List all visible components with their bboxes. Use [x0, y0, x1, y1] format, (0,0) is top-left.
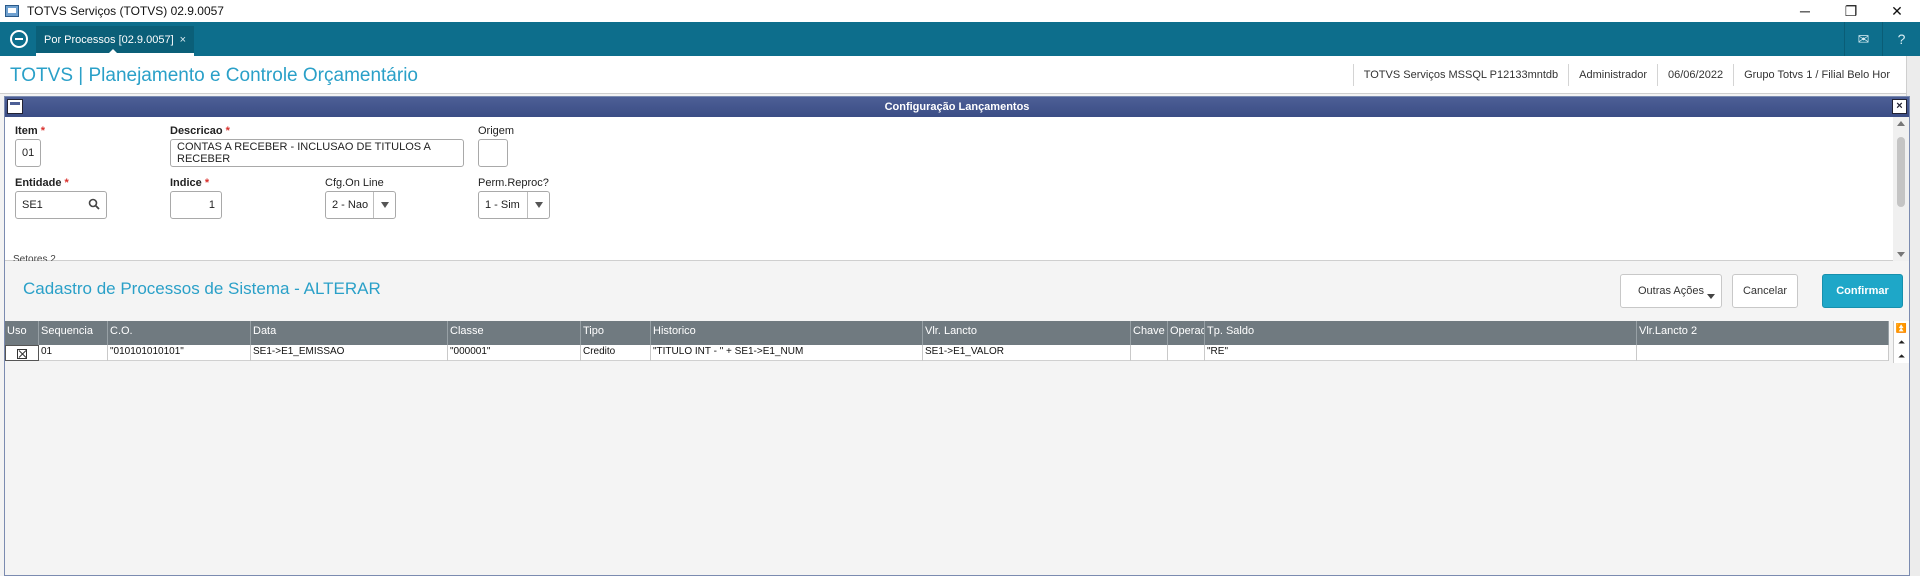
- window-title-bar: TOTVS Serviços (TOTVS) 02.9.0057 ─ ❐ ✕: [0, 0, 1920, 22]
- first-record-icon[interactable]: ⏫: [1894, 321, 1909, 335]
- configuracao-lancamentos-dialog: Configuração Lançamentos × Item * 01 Des…: [4, 96, 1910, 576]
- perm-reproc-label: Perm.Reproc?: [478, 177, 549, 189]
- mail-icon[interactable]: ✉: [1844, 22, 1882, 56]
- entidade-field[interactable]: SE1: [15, 191, 107, 219]
- vlr-lancto-2-cell[interactable]: [1637, 345, 1889, 361]
- app-tab-bar: Por Processos [02.9.0057] × ✉ ?: [0, 22, 1920, 56]
- maximize-button[interactable]: ❐: [1828, 0, 1874, 22]
- tab-close-icon[interactable]: ×: [180, 34, 186, 46]
- confirmar-button[interactable]: Confirmar: [1822, 274, 1903, 308]
- col-vlr-lancto-2[interactable]: Vlr.Lancto 2: [1637, 321, 1889, 345]
- processos-section-header: Cadastro de Processos de Sistema - ALTER…: [5, 261, 1909, 321]
- sequencia-cell[interactable]: 01: [39, 345, 108, 361]
- historico-cell[interactable]: "TITULO INT - " + SE1->E1_NUM: [651, 345, 923, 361]
- col-vlr-lancto[interactable]: Vlr. Lancto: [923, 321, 1131, 345]
- close-window-button[interactable]: ✕: [1874, 0, 1920, 22]
- outras-acoes-label: Outras Ações: [1637, 285, 1705, 297]
- outras-acoes-button[interactable]: Outras Ações: [1620, 274, 1722, 308]
- tabbar-actions: ✉ ?: [1844, 22, 1920, 56]
- previous-record-icon[interactable]: ⏶: [1894, 349, 1909, 363]
- page-title: TOTVS | Planejamento e Controle Orçament…: [10, 65, 418, 86]
- minimize-button[interactable]: ─: [1782, 0, 1828, 22]
- operac-cell[interactable]: [1168, 345, 1205, 361]
- origem-field[interactable]: [478, 139, 508, 167]
- origem-label: Origem: [478, 125, 515, 137]
- item-field[interactable]: 01: [15, 139, 41, 167]
- col-sequencia[interactable]: Sequencia: [39, 321, 108, 345]
- col-operac[interactable]: Operac: [1168, 321, 1205, 345]
- indice-label: Indice *: [170, 177, 210, 189]
- chevron-down-icon[interactable]: [373, 192, 395, 218]
- perm-reproc-value: 1 - Sim: [485, 199, 520, 211]
- col-co[interactable]: C.O.: [108, 321, 251, 345]
- cfg-online-value: 2 - Nao: [332, 199, 369, 211]
- chevron-down-icon[interactable]: [527, 192, 549, 218]
- environment-info: TOTVS Serviços MSSQL P12133mntdb: [1352, 64, 1568, 86]
- perm-reproc-select[interactable]: 1 - Sim: [478, 191, 550, 219]
- classe-cell[interactable]: "000001": [448, 345, 581, 361]
- cfg-online-label: Cfg.On Line: [325, 177, 384, 189]
- uso-cell[interactable]: [5, 345, 39, 361]
- form-scrollbar[interactable]: [1893, 117, 1909, 261]
- entidade-value: SE1: [22, 199, 43, 211]
- grid-header-row: Uso Sequencia C.O. Data Classe Tipo Hist…: [5, 321, 1889, 345]
- entidade-label: Entidade *: [15, 177, 69, 189]
- co-cell[interactable]: "010101010101": [108, 345, 251, 361]
- col-historico[interactable]: Historico: [651, 321, 923, 345]
- tab-label: Por Processos [02.9.0057]: [44, 33, 174, 46]
- dialog-close-button[interactable]: ×: [1892, 99, 1907, 114]
- session-info: TOTVS Serviços MSSQL P12133mntdb Adminis…: [1352, 64, 1900, 86]
- help-icon[interactable]: ?: [1882, 22, 1920, 56]
- previous-page-icon[interactable]: ⏶: [1894, 335, 1909, 349]
- chevron-down-icon: [1707, 294, 1715, 299]
- app-header: TOTVS | Planejamento e Controle Orçament…: [0, 56, 1920, 94]
- app-window-icon: [5, 5, 19, 17]
- col-data[interactable]: Data: [251, 321, 448, 345]
- col-chave[interactable]: Chave: [1131, 321, 1168, 345]
- data-cell[interactable]: SE1->E1_EMISSAO: [251, 345, 448, 361]
- scroll-thumb[interactable]: [1897, 137, 1905, 207]
- tipo-cell[interactable]: Credito: [581, 345, 651, 361]
- scroll-down-icon[interactable]: [1897, 252, 1905, 257]
- tp-saldo-cell[interactable]: "RE": [1205, 345, 1637, 361]
- indice-field[interactable]: 1: [170, 191, 222, 219]
- descricao-field[interactable]: CONTAS A RECEBER - INCLUSAO DE TITULOS A…: [170, 139, 464, 167]
- menu-home-icon[interactable]: [10, 30, 28, 48]
- col-classe[interactable]: Classe: [448, 321, 581, 345]
- col-tipo[interactable]: Tipo: [581, 321, 651, 345]
- chave-cell[interactable]: [1131, 345, 1168, 361]
- processos-grid: Uso Sequencia C.O. Data Classe Tipo Hist…: [5, 321, 1909, 575]
- window-controls: ─ ❐ ✕: [1782, 0, 1920, 22]
- col-tp-saldo[interactable]: Tp. Saldo: [1205, 321, 1637, 345]
- checkbox-icon[interactable]: [17, 348, 27, 359]
- cfg-online-select[interactable]: 2 - Nao: [325, 191, 396, 219]
- date-info: 06/06/2022: [1657, 64, 1733, 86]
- dialog-icon: [7, 99, 23, 114]
- dialog-title-bar: Configuração Lançamentos ×: [5, 97, 1909, 117]
- table-row[interactable]: 01 "010101010101" SE1->E1_EMISSAO "00000…: [5, 345, 1889, 361]
- item-label: Item *: [15, 125, 45, 137]
- user-info: Administrador: [1568, 64, 1657, 86]
- active-tab-indicator: [107, 49, 119, 55]
- col-uso[interactable]: Uso: [5, 321, 39, 345]
- window-title: TOTVS Serviços (TOTVS) 02.9.0057: [27, 4, 224, 18]
- grid-navigation: ⏫ ⏶ ⏶: [1893, 321, 1909, 363]
- scroll-up-icon[interactable]: [1897, 121, 1905, 126]
- setores-label-clipped: Setores 2: [13, 254, 56, 261]
- section-title: Cadastro de Processos de Sistema - ALTER…: [23, 279, 381, 298]
- cancelar-button[interactable]: Cancelar: [1732, 274, 1798, 308]
- descricao-label: Descricao *: [170, 125, 230, 137]
- branch-info: Grupo Totvs 1 / Filial Belo Hor: [1733, 64, 1900, 86]
- form-area: Item * 01 Descricao * CONTAS A RECEBER -…: [5, 117, 1909, 261]
- search-icon[interactable]: [88, 198, 100, 210]
- vlr-lancto-cell[interactable]: SE1->E1_VALOR: [923, 345, 1131, 361]
- dialog-title: Configuração Lançamentos: [884, 101, 1030, 113]
